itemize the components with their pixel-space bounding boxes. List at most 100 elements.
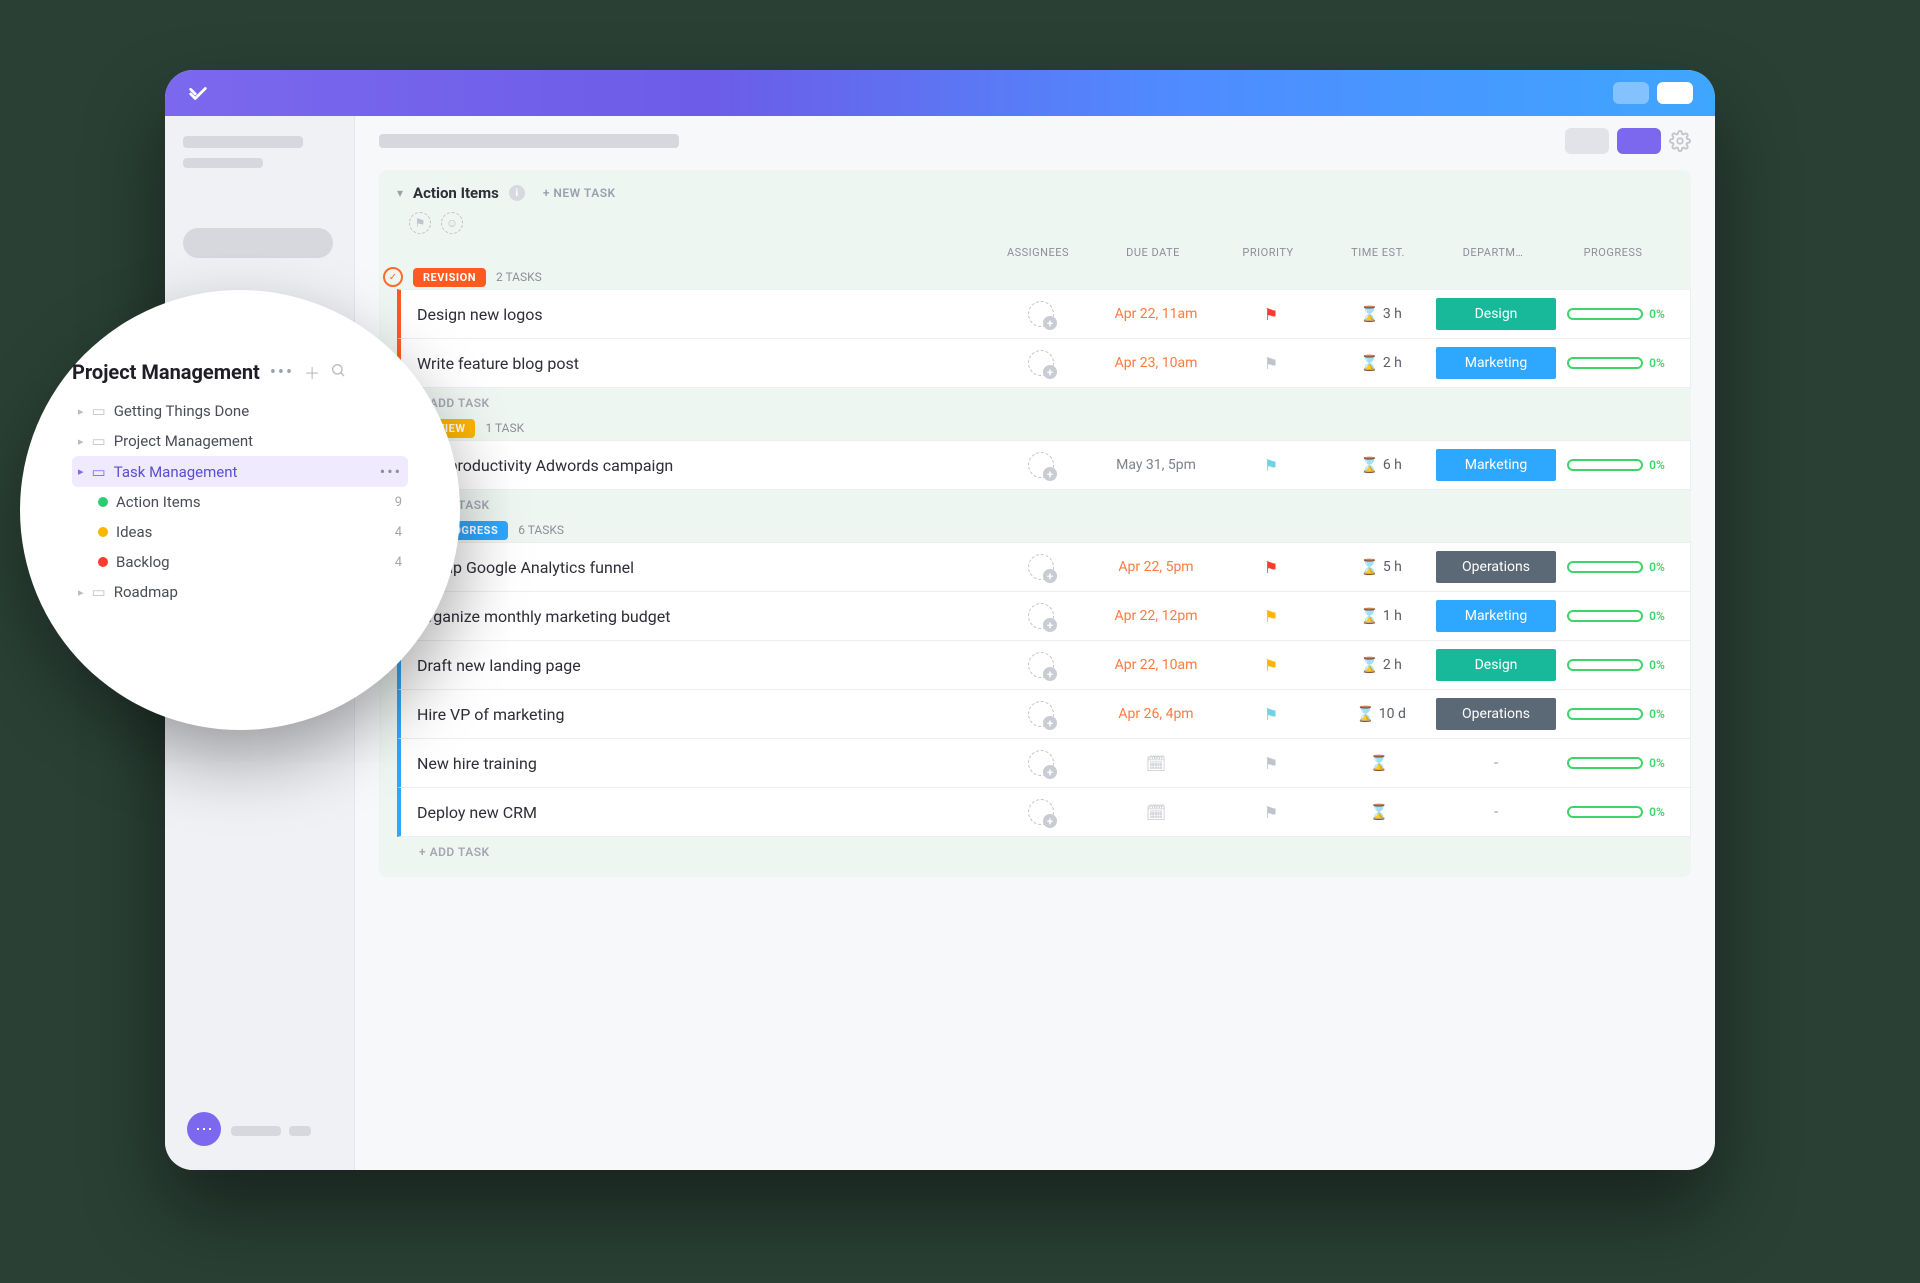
priority-flag-icon[interactable]: ⚑ bbox=[1264, 705, 1278, 724]
time-estimate[interactable]: 2 h bbox=[1383, 355, 1402, 371]
department-tag[interactable]: - bbox=[1436, 747, 1556, 779]
chat-button[interactable]: ⋯ bbox=[187, 1112, 221, 1146]
chevron-right-icon[interactable]: ▸ bbox=[78, 435, 84, 448]
add-task-button[interactable]: + ADD TASK bbox=[379, 388, 1691, 414]
progress[interactable]: 0% bbox=[1567, 356, 1665, 370]
sidebar-folder[interactable]: ▸ ▭ Getting Things Done bbox=[72, 396, 408, 426]
task-row[interactable]: Draft new landing page Apr 22, 10am ⚑ ⌛2… bbox=[397, 641, 1691, 690]
calendar-icon[interactable]: 🗓 bbox=[1146, 803, 1166, 822]
progress[interactable]: 0% bbox=[1567, 458, 1665, 472]
department-tag[interactable]: Marketing bbox=[1436, 347, 1556, 379]
task-row[interactable]: Hire VP of marketing Apr 26, 4pm ⚑ ⌛10 d… bbox=[397, 690, 1691, 739]
assignee-add-icon[interactable] bbox=[1028, 750, 1054, 776]
sidebar-folder[interactable]: ▸ ▭ Task Management ••• bbox=[72, 456, 408, 487]
due-date[interactable]: May 31, 5pm bbox=[1116, 457, 1196, 473]
task-title[interactable]: Hire VP of marketing bbox=[417, 705, 986, 724]
priority-flag-icon[interactable]: ⚑ bbox=[1264, 607, 1278, 626]
assignee-add-icon[interactable] bbox=[1028, 301, 1054, 327]
due-date[interactable]: Apr 22, 11am bbox=[1115, 306, 1198, 322]
sidebar-list[interactable]: Backlog 4 bbox=[72, 547, 408, 577]
priority-flag-icon[interactable]: ⚑ bbox=[1264, 354, 1278, 373]
task-row[interactable]: Design new logos Apr 22, 11am ⚑ ⌛3 h Des… bbox=[397, 289, 1691, 339]
sidebar-list[interactable]: Ideas 4 bbox=[72, 517, 408, 547]
task-title[interactable]: New hire training bbox=[417, 754, 986, 773]
assignee-add-icon[interactable] bbox=[1028, 701, 1054, 727]
titlebar-pill[interactable] bbox=[1613, 82, 1649, 104]
time-estimate[interactable]: 2 h bbox=[1383, 657, 1402, 673]
chevron-right-icon[interactable]: ▸ bbox=[78, 586, 84, 599]
info-icon[interactable]: i bbox=[509, 185, 525, 201]
assignee-add-icon[interactable] bbox=[1028, 799, 1054, 825]
task-title[interactable]: Design new logos bbox=[417, 305, 986, 324]
chevron-right-icon[interactable]: ▸ bbox=[78, 465, 84, 478]
assignee-add-icon[interactable] bbox=[1028, 350, 1054, 376]
progress[interactable]: 0% bbox=[1567, 560, 1665, 574]
sidebar-list[interactable]: Action Items 9 bbox=[72, 487, 408, 517]
add-task-button[interactable]: + ADD TASK bbox=[379, 837, 1691, 863]
more-icon[interactable]: ••• bbox=[380, 462, 402, 481]
department-tag[interactable]: Design bbox=[1436, 298, 1556, 330]
progress[interactable]: 0% bbox=[1567, 707, 1665, 721]
assignee-filter-icon[interactable]: ☺ bbox=[441, 212, 463, 234]
progress[interactable]: 0% bbox=[1567, 805, 1665, 819]
sidebar-folder[interactable]: ▸ ▭ Roadmap bbox=[72, 577, 408, 607]
plus-icon[interactable]: ＋ bbox=[304, 360, 320, 384]
flag-filter-icon[interactable]: ⚑ bbox=[409, 212, 431, 234]
progress[interactable]: 0% bbox=[1567, 756, 1665, 770]
assignee-add-icon[interactable] bbox=[1028, 554, 1054, 580]
time-estimate[interactable]: 3 h bbox=[1383, 306, 1402, 322]
new-task-button[interactable]: + NEW TASK bbox=[543, 186, 616, 200]
department-tag[interactable]: Marketing bbox=[1436, 600, 1556, 632]
add-task-button[interactable]: + ADD TASK bbox=[379, 490, 1691, 516]
more-icon[interactable]: ••• bbox=[270, 362, 294, 383]
time-estimate[interactable]: 10 d bbox=[1379, 706, 1406, 722]
assignee-add-icon[interactable] bbox=[1028, 603, 1054, 629]
due-date[interactable]: Apr 22, 12pm bbox=[1114, 608, 1197, 624]
task-row[interactable]: Set up Google Analytics funnel Apr 22, 5… bbox=[397, 542, 1691, 592]
due-date[interactable]: Apr 22, 5pm bbox=[1118, 559, 1193, 575]
task-row[interactable]: Run productivity Adwords campaign May 31… bbox=[397, 440, 1691, 490]
status-pill[interactable]: REVISION bbox=[413, 268, 486, 287]
task-title[interactable]: Run productivity Adwords campaign bbox=[417, 456, 986, 475]
search-icon[interactable] bbox=[330, 362, 346, 382]
task-row[interactable]: New hire training 🗓 ⚑ ⌛ - 0% bbox=[397, 739, 1691, 788]
due-date[interactable]: Apr 23, 10am bbox=[1115, 355, 1198, 371]
due-date[interactable]: Apr 22, 10am bbox=[1115, 657, 1198, 673]
time-estimate[interactable]: 1 h bbox=[1383, 608, 1402, 624]
task-title[interactable]: Draft new landing page bbox=[417, 656, 986, 675]
time-estimate[interactable]: 6 h bbox=[1383, 457, 1402, 473]
department-tag[interactable]: Design bbox=[1436, 649, 1556, 681]
due-date[interactable]: Apr 26, 4pm bbox=[1118, 706, 1193, 722]
task-title[interactable]: Write feature blog post bbox=[417, 354, 986, 373]
task-row[interactable]: Deploy new CRM 🗓 ⚑ ⌛ - 0% bbox=[397, 788, 1691, 837]
priority-flag-icon[interactable]: ⚑ bbox=[1264, 656, 1278, 675]
department-tag[interactable]: Operations bbox=[1436, 698, 1556, 730]
progress[interactable]: 0% bbox=[1567, 658, 1665, 672]
priority-flag-icon[interactable]: ⚑ bbox=[1264, 456, 1278, 475]
time-estimate[interactable]: 5 h bbox=[1383, 559, 1402, 575]
task-row[interactable]: Write feature blog post Apr 23, 10am ⚑ ⌛… bbox=[397, 339, 1691, 388]
progress[interactable]: 0% bbox=[1567, 307, 1665, 321]
calendar-icon[interactable]: 🗓 bbox=[1146, 754, 1166, 773]
titlebar-pill-active[interactable] bbox=[1657, 82, 1693, 104]
department-tag[interactable]: - bbox=[1436, 796, 1556, 828]
assignee-add-icon[interactable] bbox=[1028, 452, 1054, 478]
hourglass-icon[interactable]: ⌛ bbox=[1370, 803, 1389, 821]
task-title[interactable]: Set up Google Analytics funnel bbox=[417, 558, 986, 577]
chevron-right-icon[interactable]: ▸ bbox=[78, 405, 84, 418]
status-toggle-icon[interactable] bbox=[383, 267, 403, 287]
task-title[interactable]: Organize monthly marketing budget bbox=[417, 607, 986, 626]
task-row[interactable]: Organize monthly marketing budget Apr 22… bbox=[397, 592, 1691, 641]
sidebar-folder[interactable]: ▸ ▭ Project Management bbox=[72, 426, 408, 456]
department-tag[interactable]: Marketing bbox=[1436, 449, 1556, 481]
department-tag[interactable]: Operations bbox=[1436, 551, 1556, 583]
assignee-add-icon[interactable] bbox=[1028, 652, 1054, 678]
progress[interactable]: 0% bbox=[1567, 609, 1665, 623]
priority-flag-icon[interactable]: ⚑ bbox=[1264, 305, 1278, 324]
priority-flag-icon[interactable]: ⚑ bbox=[1264, 558, 1278, 577]
caret-down-icon[interactable]: ▾ bbox=[397, 186, 403, 200]
priority-flag-icon[interactable]: ⚑ bbox=[1264, 754, 1278, 773]
hourglass-icon[interactable]: ⌛ bbox=[1370, 754, 1389, 772]
task-title[interactable]: Deploy new CRM bbox=[417, 803, 986, 822]
gear-icon[interactable] bbox=[1669, 130, 1691, 152]
